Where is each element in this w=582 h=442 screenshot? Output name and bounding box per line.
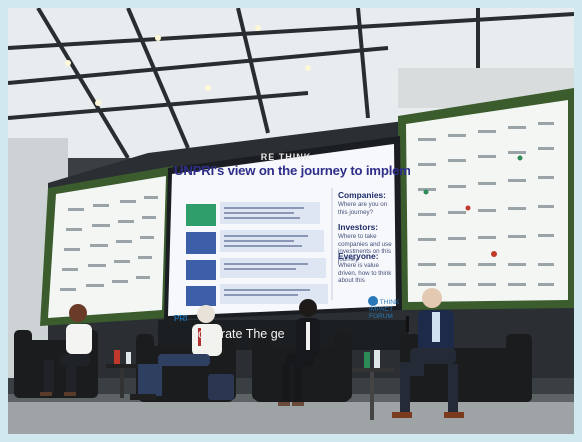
- stage-scene: [8, 8, 574, 434]
- side-panel-body-3: Where is value driven, how to think abou…: [338, 262, 392, 285]
- slide-title: UNPRI's view on the journey to implement…: [174, 163, 410, 178]
- side-panel-body-1: Where are you on this journey?: [338, 201, 388, 216]
- stage-banner-text: celerate The ge: [198, 327, 285, 341]
- right-sponsor-board: [398, 88, 574, 310]
- conference-photo: RE THINK UNPRI's view on the journey to …: [8, 8, 574, 434]
- side-panel-heading-3: Everyone:: [338, 251, 379, 261]
- partner-logo: RE THINK IMPACT FORUM: [369, 299, 400, 319]
- left-sponsor-board: [40, 166, 173, 326]
- side-panel-heading-2: Investors:: [338, 222, 379, 232]
- side-panel-heading-1: Companies:: [338, 190, 386, 200]
- pri-logo: PRI: [174, 314, 188, 323]
